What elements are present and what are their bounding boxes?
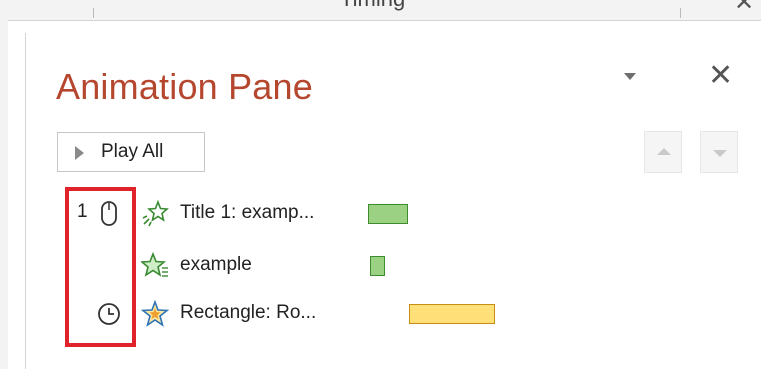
timeline-bar[interactable]	[370, 256, 385, 276]
animation-name: Rectangle: Ro...	[180, 302, 317, 323]
ribbon-close-icon[interactable]: ✕	[734, 0, 754, 17]
ribbon-strip: Timing ✕	[0, 0, 761, 21]
arrow-up-icon	[657, 148, 671, 155]
pane-close-icon[interactable]: ✕	[708, 58, 733, 94]
timeline-bar[interactable]	[368, 204, 408, 224]
entrance-text-star-icon	[139, 251, 169, 280]
move-earlier-button[interactable]	[644, 131, 682, 173]
animation-name: Title 1: examp...	[180, 202, 315, 223]
pane-title: Animation Pane	[56, 66, 313, 107]
animation-name: example	[180, 254, 252, 275]
arrow-down-icon	[713, 150, 727, 157]
trigger-column-highlight	[65, 187, 136, 347]
emphasis-star-icon	[140, 299, 170, 328]
play-icon	[75, 146, 84, 160]
entrance-star-icon	[141, 199, 169, 228]
pane-options-chevron-down-icon[interactable]	[624, 73, 636, 80]
play-all-label: Play All	[101, 141, 164, 162]
move-later-button[interactable]	[700, 131, 738, 173]
timeline-bar[interactable]	[409, 304, 495, 324]
ribbon-divider	[680, 8, 681, 18]
tab-timing[interactable]: Timing	[340, 0, 405, 12]
ribbon-divider	[93, 8, 94, 18]
play-all-button[interactable]: Play All	[57, 132, 205, 172]
